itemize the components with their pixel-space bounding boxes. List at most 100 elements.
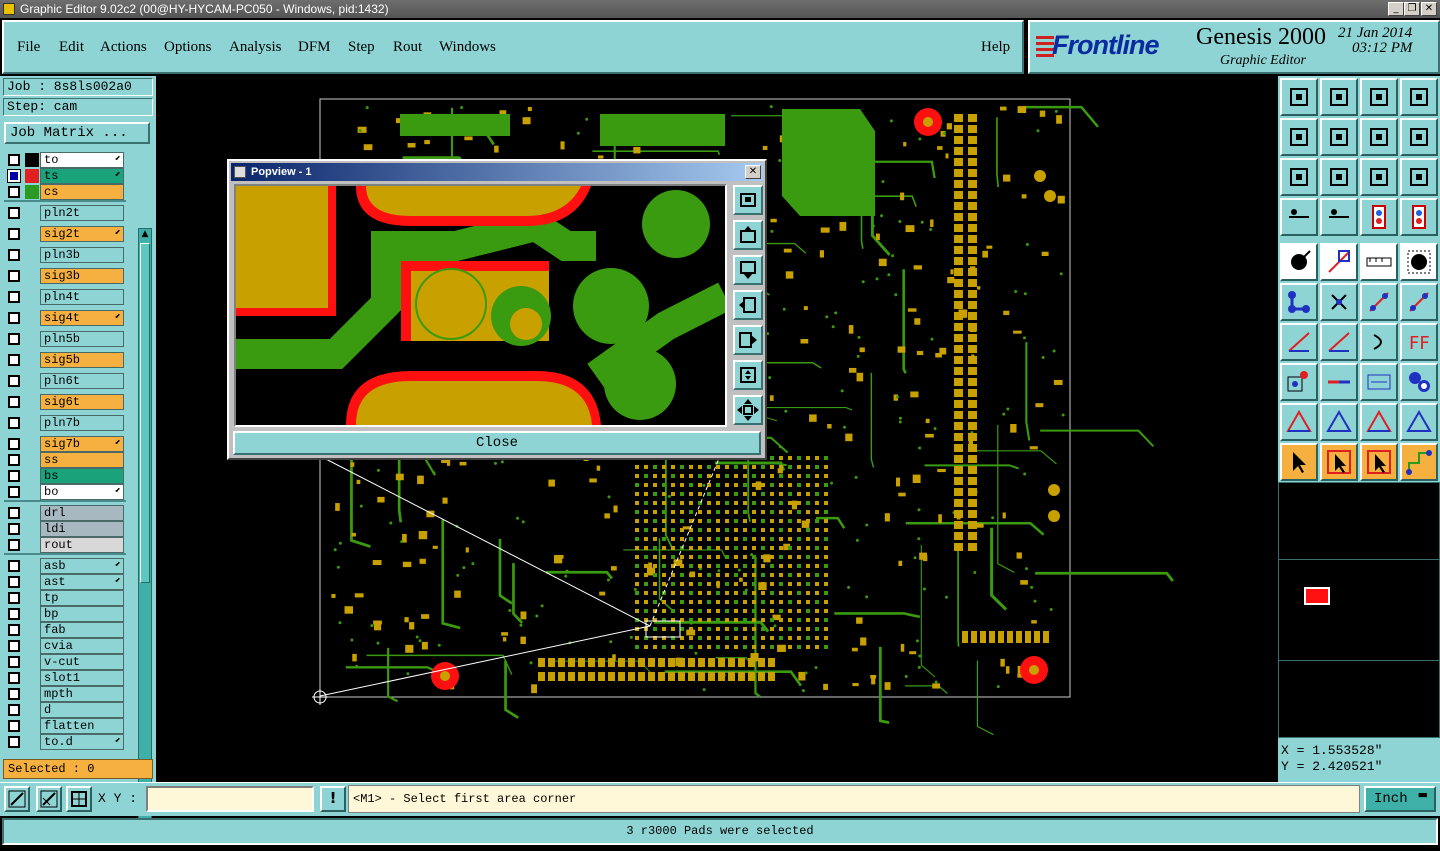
popview-zoom-in-button[interactable] [733,360,763,390]
menu-file[interactable]: File [17,39,40,56]
warning-button[interactable]: ! [320,786,346,812]
layer-name[interactable]: ts ⬋ [40,168,124,184]
zoom-back-button[interactable] [1360,118,1398,156]
split-line-button[interactable] [1320,363,1358,401]
layer-row-pln2t[interactable]: pln2t [4,205,126,221]
menu-step[interactable]: Step [348,39,375,56]
layer-row-ts[interactable]: ts ⬋ [4,168,126,184]
layer-checkbox[interactable] [8,207,20,219]
arrow-node-button[interactable] [1400,283,1438,321]
layer-checkbox[interactable] [8,592,20,604]
tools-button[interactable] [1280,198,1318,236]
layer-checkbox[interactable] [8,720,20,732]
maximize-button[interactable]: ❐ [1404,2,1420,16]
layer-checkbox[interactable] [8,270,20,282]
menu-windows[interactable]: Windows [439,39,496,56]
layer-row-sig3b[interactable]: sig3b [4,268,126,284]
layer-checkbox[interactable] [8,672,20,684]
layer-name[interactable]: sig3b [40,268,124,284]
select-arrow-button[interactable] [1280,443,1318,481]
menu-rout[interactable]: Rout [393,39,422,56]
layer-name[interactable]: fab [40,622,124,638]
layer-checkbox[interactable] [8,333,20,345]
layer-row-pln3b[interactable]: pln3b [4,247,126,263]
layer-name[interactable]: mpth [40,686,124,702]
layer-row-pln5b[interactable]: pln5b [4,331,126,347]
popview-close-x-button[interactable]: ✕ [745,165,761,179]
layer-name[interactable]: sig4t ⬋ [40,310,124,326]
layer-name[interactable]: bo ⬋ [40,484,124,500]
popview-pan-up-button[interactable] [733,220,763,250]
layer-name[interactable]: v-cut [40,654,124,670]
text-f-button[interactable]: FF [1400,323,1438,361]
menu-help[interactable]: Help [981,39,1010,56]
layer-row-fab[interactable]: fab [4,622,126,638]
layer-name[interactable]: pln2t [40,205,124,221]
layer-row-sig4t[interactable]: sig4t ⬋ [4,310,126,326]
layer-checkbox[interactable] [8,354,20,366]
zoom-center-button[interactable] [1320,158,1358,196]
diagonal-line-button[interactable] [1320,323,1358,361]
layer-checkbox[interactable] [8,624,20,636]
popview-pan-left-button[interactable] [733,290,763,320]
cross-node-button[interactable] [1320,283,1358,321]
popview-zoom-out-button[interactable] [733,395,763,425]
scroll-thumb[interactable] [140,243,150,583]
layer-checkbox[interactable] [8,704,20,716]
measure-button[interactable] [1360,363,1398,401]
layer-checkbox[interactable] [8,576,20,588]
layer-name[interactable]: ss [40,452,124,468]
layer-row-bp[interactable]: bp [4,606,126,622]
layer-checkbox[interactable] [8,640,20,652]
layer-name[interactable]: pln7b [40,415,124,431]
layer-row-sig7b[interactable]: sig7b ⬋ [4,436,126,452]
layer-checkbox[interactable] [8,417,20,429]
home-up-button[interactable] [1280,78,1318,116]
layer-row-pln7b[interactable]: pln7b [4,415,126,431]
layer-name[interactable]: to ⬋ [40,152,124,168]
home-down-button[interactable] [1320,78,1358,116]
popview-pan-right-button[interactable] [733,325,763,355]
layer-name[interactable]: pln3b [40,247,124,263]
layer-color-swatch[interactable] [25,169,39,183]
layer-row-pln6t[interactable]: pln6t [4,373,126,389]
layer-row-tp[interactable]: tp [4,590,126,606]
triangle-edit-button[interactable] [1280,403,1318,441]
layer-row-ss[interactable]: ss [4,452,126,468]
layer-checkbox[interactable] [8,688,20,700]
layer-row-slot1[interactable]: slot1 [4,670,126,686]
popview-pan-down-button[interactable] [733,255,763,285]
house-button[interactable] [1360,78,1398,116]
layer-name[interactable]: ast ⬋ [40,574,124,590]
layer-row-bo[interactable]: bo ⬋ [4,484,126,500]
layer-checkbox[interactable] [8,539,20,551]
menu-options[interactable]: Options [164,39,212,56]
pad-node-button[interactable] [1280,363,1318,401]
layer-row-to.d[interactable]: to.d ⬋ [4,734,126,750]
select-net-button[interactable] [1400,443,1438,481]
layer-checkbox[interactable] [8,523,20,535]
help-query-button[interactable] [1400,158,1438,196]
layer-row-sig5b[interactable]: sig5b [4,352,126,368]
layer-name[interactable]: rout [40,537,124,553]
layer-name[interactable]: slot1 [40,670,124,686]
triangle-edit-2-button[interactable] [1320,403,1358,441]
arch-edit-2-button[interactable] [1400,403,1438,441]
snap-mode-icon[interactable] [4,786,30,812]
layer-row-cs[interactable]: cs [4,184,126,200]
overview-panel[interactable] [1278,482,1440,738]
layer-checkbox[interactable] [8,486,20,498]
popview-zoom-home-button[interactable] [733,185,763,215]
layer-color-swatch[interactable] [25,153,39,167]
layer-red-button[interactable] [1360,198,1398,236]
layer-name[interactable]: ldi [40,521,124,537]
layer-row-bs[interactable]: bs [4,468,126,484]
layer-checkbox[interactable] [8,186,20,198]
ruler-button[interactable] [1360,243,1398,281]
scroll-up-arrow-icon[interactable]: ▲ [140,229,150,239]
pad-add-button[interactable] [1280,243,1318,281]
job-matrix-button[interactable]: Job Matrix ... [4,122,150,144]
grid-mode-icon[interactable] [66,786,92,812]
layer-color-swatch[interactable] [25,185,39,199]
layer-row-rout[interactable]: rout [4,537,126,553]
